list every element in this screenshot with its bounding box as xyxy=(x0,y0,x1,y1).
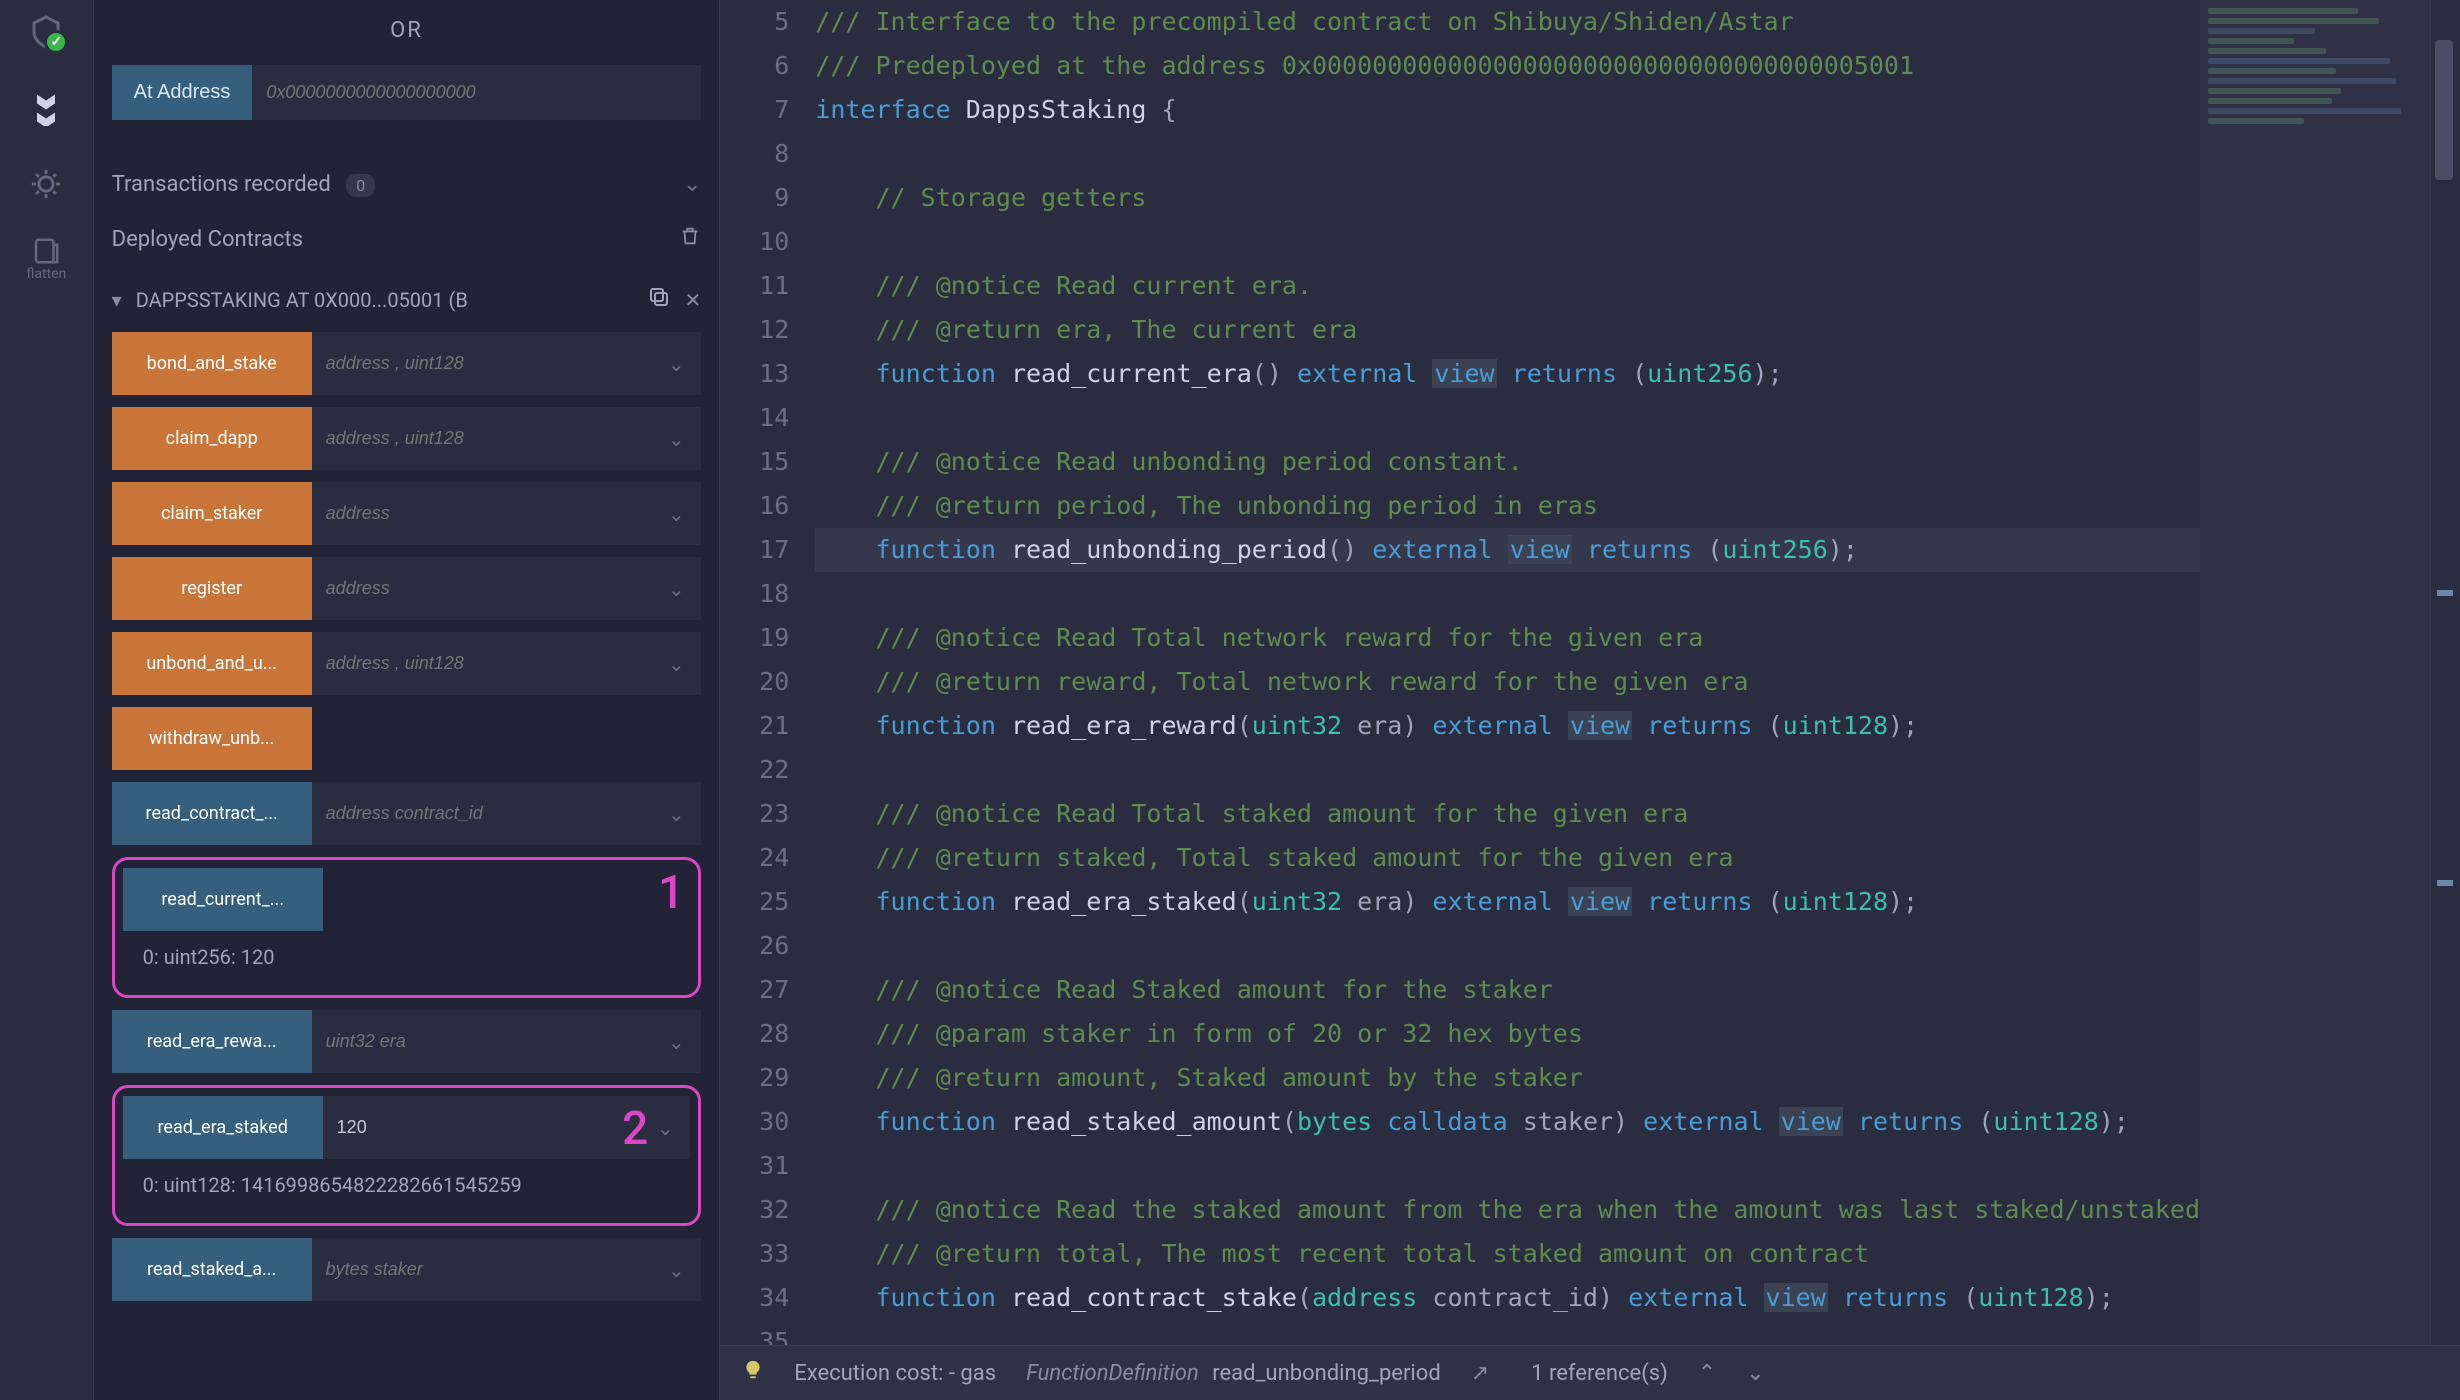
fn-button[interactable]: claim_dapp xyxy=(112,407,312,470)
fn-button[interactable]: register xyxy=(112,557,312,620)
ref-up-icon[interactable]: ⌃ xyxy=(1698,1361,1716,1386)
execution-cost: Execution cost: - gas xyxy=(794,1361,996,1386)
fn-button[interactable]: read_staked_a... xyxy=(112,1238,312,1301)
line-gutter: 5678910111213141516171819202122232425262… xyxy=(720,0,815,1345)
fn-row-claim_staker: claim_staker ⌄ xyxy=(112,482,702,545)
fn-input[interactable] xyxy=(312,407,652,470)
fn-input[interactable] xyxy=(312,332,652,395)
transactions-section[interactable]: Transactions recorded 0 ⌄ xyxy=(112,158,702,211)
chevron-down-icon[interactable]: ⌄ xyxy=(683,172,701,197)
or-label: OR xyxy=(112,0,702,65)
fn-input[interactable] xyxy=(312,482,652,545)
ref-down-icon[interactable]: ⌄ xyxy=(1746,1361,1764,1386)
fn-button[interactable]: claim_staker xyxy=(112,482,312,545)
scrollbar-thumb[interactable] xyxy=(2435,40,2453,180)
fd-label: FunctionDefinition xyxy=(1026,1361,1199,1386)
annotation-number: 1 xyxy=(658,866,684,920)
share-icon[interactable]: ↗ xyxy=(1471,1361,1489,1386)
references-count: 1 reference(s) xyxy=(1531,1361,1668,1386)
chevron-down-icon[interactable]: ⌄ xyxy=(651,482,701,545)
flatten-label: flatten xyxy=(26,266,66,282)
lamp-icon[interactable] xyxy=(742,1359,764,1387)
status-bar: Execution cost: - gas FunctionDefinition… xyxy=(720,1345,2460,1400)
check-badge-icon: ✓ xyxy=(44,30,68,54)
chevron-down-icon[interactable]: ⌄ xyxy=(651,1010,701,1073)
deploy-icon[interactable] xyxy=(22,84,70,132)
fd-name: read_unbonding_period xyxy=(1212,1361,1441,1386)
fn-button[interactable]: read_era_rewa... xyxy=(112,1010,312,1073)
fn-row-register: register ⌄ xyxy=(112,557,702,620)
fn-input[interactable] xyxy=(312,782,652,845)
fn-row-read_era_staked: read_era_staked⌄ xyxy=(123,1096,691,1159)
deployed-contracts-section: Deployed Contracts xyxy=(112,211,702,267)
scrollbar[interactable] xyxy=(2430,0,2460,1345)
chevron-down-icon[interactable]: ⌄ xyxy=(651,782,701,845)
fn-button[interactable]: unbond_and_u... xyxy=(112,632,312,695)
chevron-down-icon[interactable]: ⌄ xyxy=(651,407,701,470)
at-address-button[interactable]: At Address xyxy=(112,65,253,120)
deployed-contracts-label: Deployed Contracts xyxy=(112,227,303,252)
chevron-down-icon[interactable]: ⌄ xyxy=(651,1238,701,1301)
chevron-down-icon[interactable]: ⌄ xyxy=(651,557,701,620)
fn-row-read_current_: read_current_... xyxy=(123,868,691,931)
close-icon[interactable]: ✕ xyxy=(685,288,702,312)
fn-row-read_era_rewa: read_era_rewa... ⌄ xyxy=(112,1010,702,1073)
fn-button[interactable]: bond_and_stake xyxy=(112,332,312,395)
chevron-down-icon[interactable]: ⌄ xyxy=(651,632,701,695)
fn-result: 0: uint256: 120 xyxy=(123,931,691,987)
icon-sidebar: ✓ flatten xyxy=(0,0,94,1400)
caret-down-icon[interactable]: ▾ xyxy=(112,288,122,312)
code-view[interactable]: /// Interface to the precompiled contrac… xyxy=(815,0,2200,1345)
compile-icon[interactable]: ✓ xyxy=(22,8,70,56)
transactions-count: 0 xyxy=(346,174,375,197)
copy-icon[interactable] xyxy=(647,285,671,314)
annotation-number: 2 xyxy=(622,1102,648,1156)
contract-title: DAPPSSTAKING AT 0X000...05001 (B xyxy=(136,288,633,312)
trash-icon[interactable] xyxy=(679,225,701,253)
fn-row-read_staked_a: read_staked_a... ⌄ xyxy=(112,1238,702,1301)
function-list: bond_and_stake⌄claim_dapp⌄claim_staker⌄r… xyxy=(112,332,702,1301)
fn-input[interactable] xyxy=(312,557,652,620)
fn-row-read_contract_: read_contract_... ⌄ xyxy=(112,782,702,845)
fn-row-unbond_and_u: unbond_and_u... ⌄ xyxy=(112,632,702,695)
fn-row-withdraw_unb: withdraw_unb... xyxy=(112,707,702,770)
deploy-panel: OR At Address Transactions recorded 0 ⌄ … xyxy=(94,0,721,1400)
minimap[interactable] xyxy=(2200,0,2430,1345)
at-address-input[interactable] xyxy=(252,65,701,120)
fn-button[interactable]: read_era_staked xyxy=(123,1096,323,1159)
fn-button[interactable]: read_contract_... xyxy=(112,782,312,845)
fn-result: 0: uint128: 1416998654822282661545259 xyxy=(123,1159,691,1215)
chevron-down-icon[interactable]: ⌄ xyxy=(651,332,701,395)
transactions-label: Transactions recorded xyxy=(112,172,331,197)
fn-input[interactable] xyxy=(323,1096,641,1159)
fn-input[interactable] xyxy=(312,1010,652,1073)
fn-row-bond_and_stake: bond_and_stake ⌄ xyxy=(112,332,702,395)
editor-area: 5678910111213141516171819202122232425262… xyxy=(720,0,2460,1400)
fn-row-claim_dapp: claim_dapp ⌄ xyxy=(112,407,702,470)
fn-input[interactable] xyxy=(312,632,652,695)
fn-button[interactable]: withdraw_unb... xyxy=(112,707,312,770)
contract-header[interactable]: ▾ DAPPSSTAKING AT 0X000...05001 (B ✕ xyxy=(112,267,702,332)
debug-icon[interactable] xyxy=(22,160,70,208)
flatten-icon[interactable]: flatten xyxy=(22,236,70,282)
fn-button[interactable]: read_current_... xyxy=(123,868,323,931)
fn-input[interactable] xyxy=(312,1238,652,1301)
